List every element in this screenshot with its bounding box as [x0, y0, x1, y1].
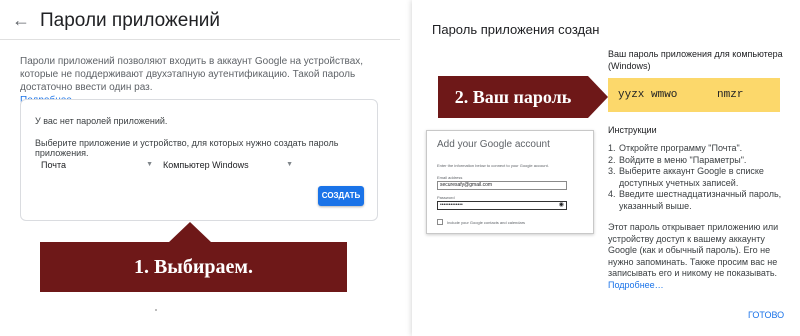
create-password-card: У вас нет паролей приложений. Выберите п…: [20, 99, 378, 221]
dropdown-arrow-icon: ▼: [146, 161, 153, 168]
instructions-list: 1. Откройте программу "Почта". 2. Войдите …: [608, 143, 784, 212]
app-select[interactable]: Почта ▼: [41, 160, 153, 176]
email-label: Email address: [437, 175, 463, 180]
password-field-value: •••••••••••••: [440, 202, 463, 208]
password-field-label: Password: [437, 195, 455, 200]
create-button[interactable]: СОЗДАТЬ: [318, 186, 364, 206]
google-account-window: Add your Google account Enter the inform…: [426, 130, 594, 234]
instruction-item: 3. Выберите аккаунт Google в списке досту…: [608, 166, 764, 188]
google-window-info: Enter the information below to connect t…: [437, 163, 549, 168]
email-field[interactable]: securesafy@gmail.com: [437, 181, 567, 190]
contacts-checkbox[interactable]: [437, 219, 443, 225]
select-prompt-text: Выберите приложение и устройство, для ко…: [35, 138, 339, 158]
dialog-more-link[interactable]: Подробнее…: [608, 280, 664, 290]
instruction-item: 4. Введите шестнадцатизначный пароль, ука…: [608, 189, 782, 211]
done-button[interactable]: ГОТОВО: [748, 310, 784, 320]
app-select-value: Почта: [41, 160, 66, 170]
password-created-dialog: Пароль приложения создан Ваш пароль прил…: [412, 0, 800, 336]
banner-pointer: [168, 222, 212, 243]
device-select[interactable]: Компьютер Windows ▼: [163, 160, 293, 176]
instruction-item: 1. Откройте программу "Почта".: [608, 143, 743, 153]
generated-password[interactable]: yyzx wmwo nmzr: [608, 78, 780, 112]
page-header: ← Пароли приложений: [0, 0, 400, 40]
instruction-item: 2. Войдите в меню "Параметры".: [608, 154, 747, 165]
no-passwords-text: У вас нет паролей приложений.: [35, 116, 168, 126]
description-text: Пароли приложений позволяют входить в ак…: [20, 56, 364, 93]
info-text: Этот пароль открывает приложению или уст…: [608, 222, 788, 291]
dialog-title: Пароль приложения создан: [432, 22, 600, 37]
password-field[interactable]: ••••••••••••• ◉: [437, 201, 567, 210]
google-window-title: Add your Google account: [437, 139, 550, 150]
app-passwords-panel: ← Пароли приложений Пароли приложений по…: [0, 0, 400, 336]
banner-pointer: [588, 76, 608, 118]
eye-icon[interactable]: ◉: [559, 202, 564, 209]
dropdown-arrow-icon: ▼: [286, 161, 293, 168]
device-select-value: Компьютер Windows: [163, 160, 249, 170]
contacts-checkbox-label: Include your Google contacts and calenda…: [447, 220, 526, 225]
back-arrow-icon[interactable]: ←: [12, 11, 30, 29]
instructions-title: Инструкции: [608, 125, 657, 135]
password-label: Ваш пароль приложения для компьютера (Wi…: [608, 49, 783, 71]
divider-dot: [155, 309, 157, 311]
step2-banner: 2. Ваш пароль: [438, 76, 588, 118]
page-title: Пароли приложений: [40, 10, 221, 31]
info-body: Этот пароль открывает приложению или уст…: [608, 222, 779, 278]
step1-banner: 1. Выбираем.: [40, 242, 347, 292]
